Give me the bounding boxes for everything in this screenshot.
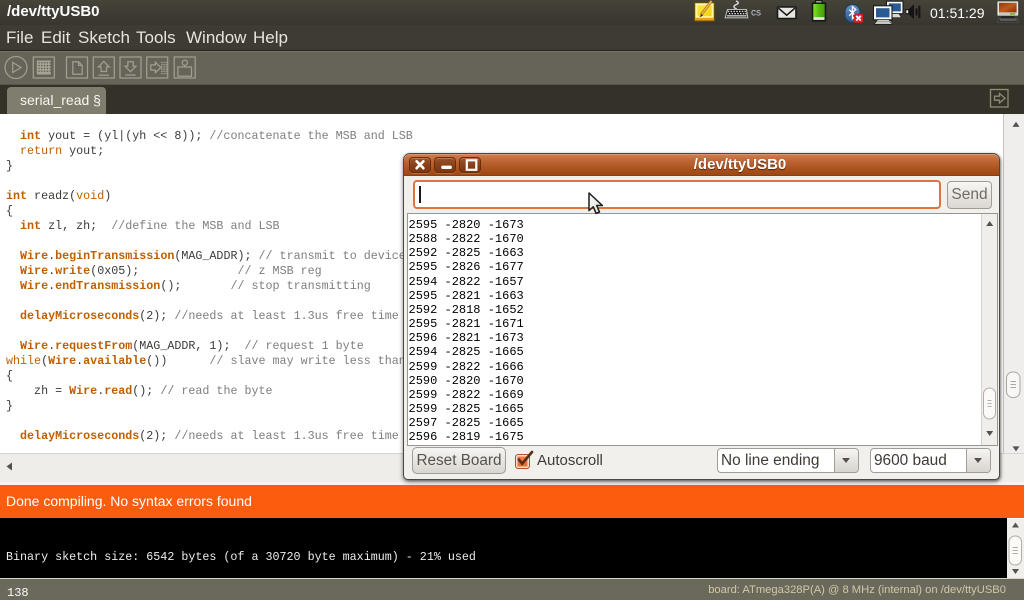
svg-text:cs: cs	[751, 8, 761, 19]
